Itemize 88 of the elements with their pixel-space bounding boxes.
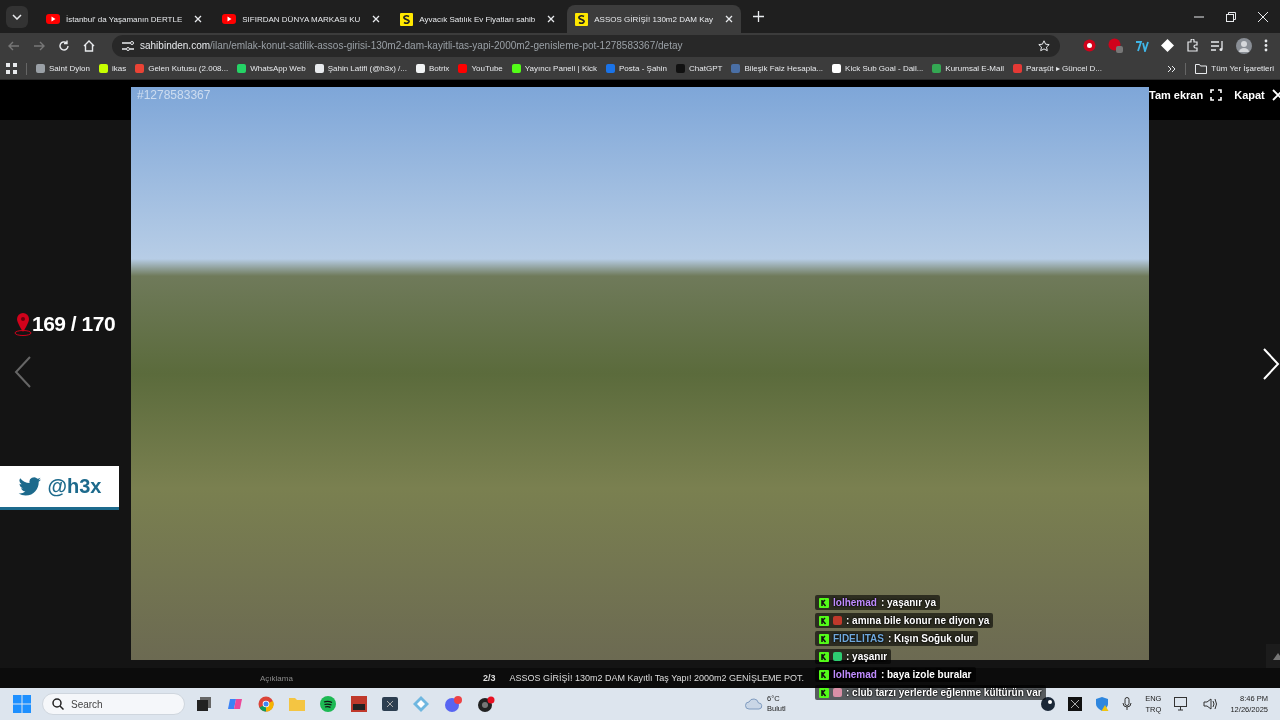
kick-badge-icon <box>819 597 829 608</box>
bookmark-link[interactable]: Gelen Kutusu (2.008... <box>135 64 229 73</box>
forward-icon[interactable] <box>33 39 45 52</box>
cloud-icon <box>745 698 763 710</box>
triangle-up-icon <box>1272 652 1280 660</box>
bird-icon <box>17 476 42 497</box>
bookmark-link[interactable]: Botrix <box>415 64 450 73</box>
location-pin-icon <box>14 312 32 336</box>
s-logo-icon <box>575 12 589 26</box>
extension-icon[interactable] <box>1083 39 1096 52</box>
extension-icon[interactable] <box>1135 39 1149 52</box>
reload-icon[interactable] <box>58 39 70 52</box>
s-logo-icon <box>400 12 414 26</box>
fullscreen-icon <box>1210 89 1223 101</box>
microphone-icon[interactable] <box>1122 697 1133 711</box>
bookmark-link[interactable]: Posta - Şahin <box>606 64 668 73</box>
kick-badge-icon <box>819 615 829 626</box>
chat-message: : amına bile konur ne diyon ya <box>846 615 990 626</box>
chevron-down-icon <box>12 13 22 20</box>
chrome-icon[interactable] <box>258 696 274 712</box>
play-icon <box>222 14 237 24</box>
speaker-icon[interactable] <box>1203 697 1218 711</box>
fullscreen-button[interactable]: Tam ekran <box>1149 89 1223 101</box>
bookmark-link[interactable]: Kurumsal E-Mail <box>932 64 1004 73</box>
bookmark-link[interactable]: ChatGPT <box>676 64 723 73</box>
play-icon <box>46 14 60 24</box>
browser-tab[interactable]: ASSOS GİRİŞİ! 130m2 DAM Kay <box>567 5 741 33</box>
bookmark-link[interactable]: Paraşüt ▸ Güncel D... <box>1013 64 1103 73</box>
chat-message: : club tarzı yerlerde eğlenme kültürün var <box>846 687 1042 698</box>
listing-id: #1278583367 <box>137 88 211 102</box>
copilot-icon[interactable] <box>227 696 243 712</box>
apps-grid-icon[interactable] <box>6 63 17 74</box>
chat-message: : baya izole buralar <box>880 669 972 680</box>
bookmark-link[interactable]: Bileşik Faiz Hesapla... <box>731 64 824 73</box>
chat-message: : yaşanır <box>846 651 888 662</box>
bookmark-link[interactable]: YouTube <box>458 64 503 73</box>
bookmark-link[interactable]: ikas <box>98 64 127 73</box>
bookmark-star-icon[interactable] <box>1038 39 1050 52</box>
spotify-icon[interactable] <box>320 696 336 712</box>
avatar-icon[interactable] <box>1236 37 1252 54</box>
kick-badge-icon <box>819 633 829 644</box>
bookmark-link[interactable]: Şahin Latifi (@h3x) /... <box>314 64 407 73</box>
listing-title: ASSOS GİRİŞİ! 130m2 DAM Kayıtlı Taş Yapı! 2000m2 GENİŞLEME POT. <box>509 673 805 683</box>
search-icon <box>52 698 64 710</box>
chat-message: : Kışın Soğuk olur <box>887 633 974 644</box>
back-icon[interactable] <box>8 39 20 52</box>
home-icon[interactable] <box>83 39 95 52</box>
kick-badge-icon <box>819 651 829 662</box>
twitter-handle: @h3x <box>47 475 102 498</box>
browser-tab[interactable]: Ayvacık Satılık Ev Fiyatları sahib <box>392 5 564 33</box>
site-settings-icon[interactable] <box>122 39 134 52</box>
windows-start-icon[interactable] <box>13 695 31 713</box>
close-button[interactable]: Kapat <box>1234 89 1280 101</box>
chevron-double-right-icon[interactable] <box>1167 64 1177 73</box>
bookmark-link[interactable]: Yayıncı Paneli | Kick <box>511 64 597 73</box>
bookmark-link[interactable]: Kick Sub Goal - Dail... <box>832 64 924 73</box>
page-indicator: 2/3 <box>482 673 496 683</box>
extension-icon[interactable] <box>1161 39 1174 52</box>
close-icon[interactable] <box>194 15 203 23</box>
puzzle-icon[interactable] <box>1186 39 1199 52</box>
browser-tab[interactable]: İstanbul' da Yaşamanın DERTLE <box>38 5 211 33</box>
menu-icon[interactable] <box>1264 39 1268 52</box>
bookmark-link[interactable]: WhatsApp Web <box>237 64 306 73</box>
restore-icon[interactable] <box>1226 11 1236 22</box>
close-icon[interactable] <box>1258 11 1268 22</box>
close-icon <box>1271 89 1280 101</box>
folder-icon <box>1195 63 1208 74</box>
chat-username: lolhemad <box>833 669 877 680</box>
close-icon[interactable] <box>547 15 556 23</box>
close-icon[interactable] <box>372 15 381 23</box>
chat-message: : yaşanır ya <box>880 597 936 608</box>
all-bookmarks-link[interactable]: Tüm Yer İşaretleri <box>1195 63 1274 74</box>
browser-tab[interactable]: SIFIRDAN DÜNYA MARKASI KU <box>214 5 389 33</box>
description-label: Açıklama <box>260 673 293 683</box>
tab-search-button[interactable] <box>6 5 28 28</box>
address-bar[interactable]: sahibinden.com/ilan/emlak-konut-satilik-assos-girisi-130m2-dam-kayitli-tas-yapi-2000m2-genisleme-pot-1278583367/detay <box>112 34 1060 57</box>
new-tab-icon[interactable] <box>753 11 764 22</box>
chat-username: FIDELITAS <box>833 633 884 644</box>
tray-app-icon[interactable] <box>1068 697 1083 711</box>
close-icon[interactable] <box>725 15 733 23</box>
task-view-icon[interactable] <box>196 696 212 712</box>
media-icon[interactable] <box>1211 39 1224 52</box>
bookmark-link[interactable]: Saint Dylon <box>36 64 90 73</box>
url-text: sahibinden.com/ilan/emlak-konut-satilik-assos-girisi-130m2-dam-kayitli-tas-yapi-2000m2-genisleme-pot-1278583367/detay <box>140 40 683 51</box>
chat-username: lolhemad <box>833 597 877 608</box>
shield-warning-icon[interactable] <box>1095 697 1110 711</box>
search-field[interactable]: Search <box>42 693 185 715</box>
photo-counter: 169 / 170 <box>32 312 116 336</box>
